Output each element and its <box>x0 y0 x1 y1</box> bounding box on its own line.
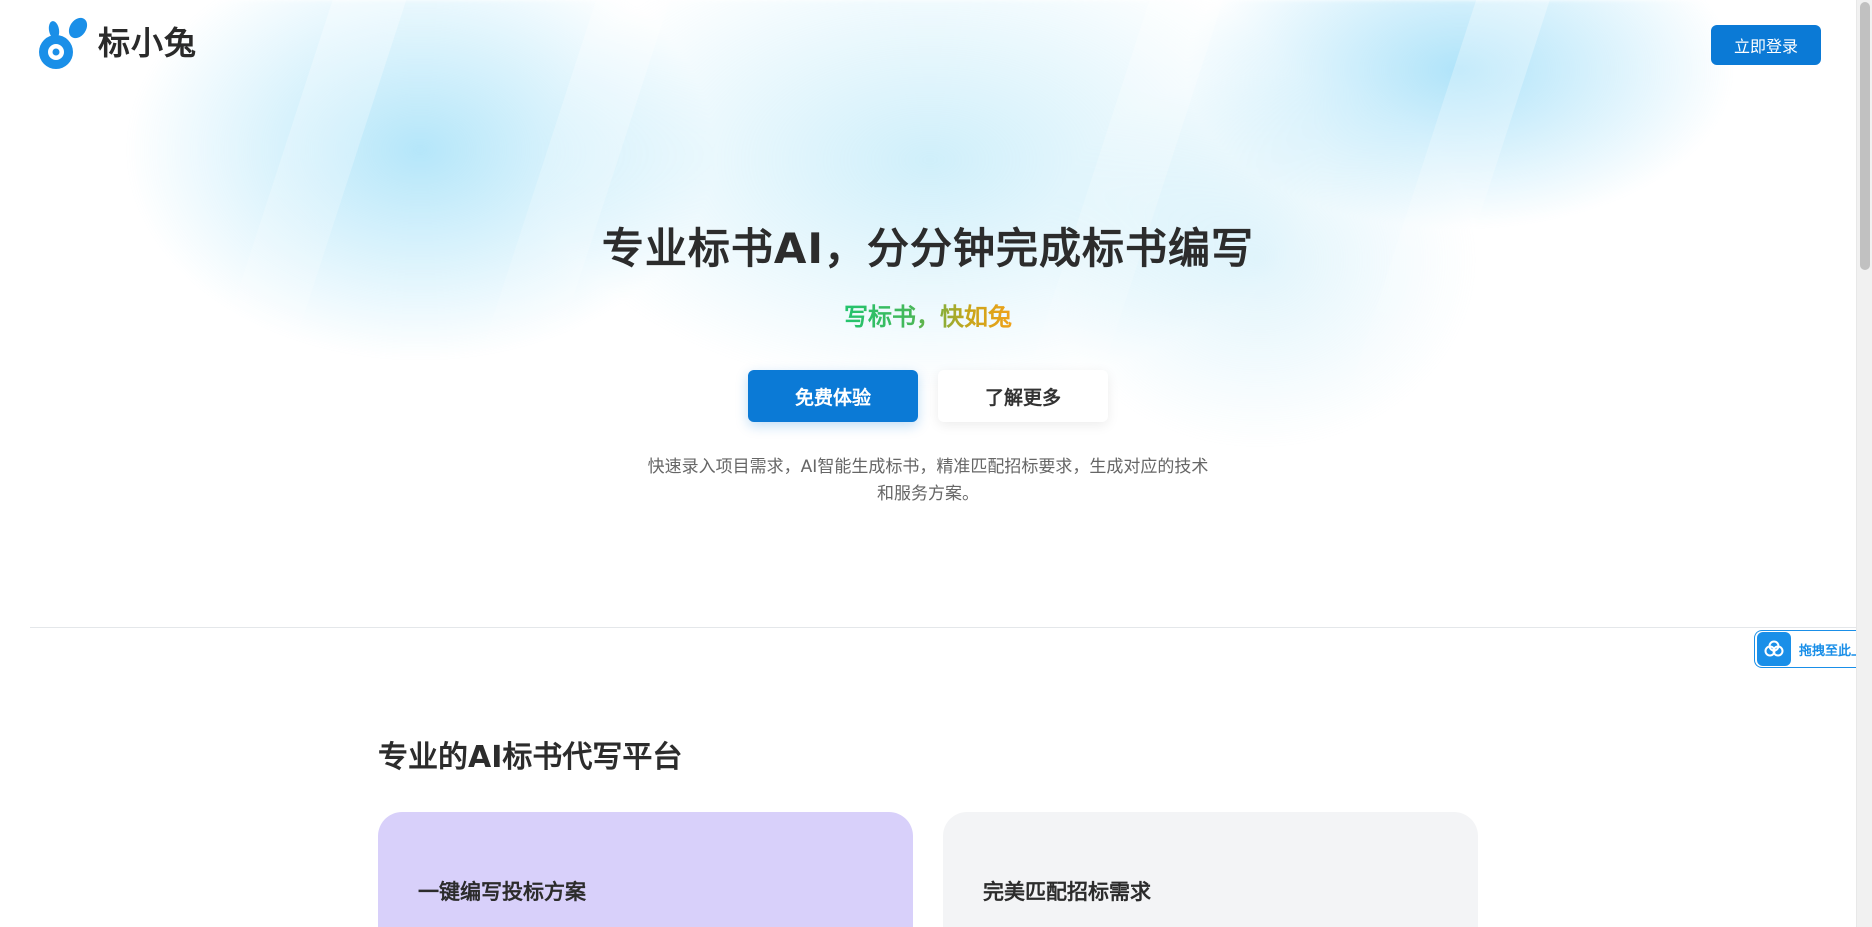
scrollbar-thumb[interactable] <box>1860 2 1870 270</box>
feature-card-title: 一键编写投标方案 <box>418 880 586 904</box>
logo-text: 标小兔 <box>98 24 198 62</box>
rabbit-logo-icon <box>39 17 88 69</box>
hero-background-streak <box>159 0 411 557</box>
hero-slogan: 写标书，快如兔 <box>0 297 1856 332</box>
page-scrollbar[interactable] <box>1856 0 1872 927</box>
section-divider <box>30 627 1856 628</box>
login-button[interactable]: 立即登录 <box>1711 25 1821 65</box>
hero-description: 快速录入项目需求，AI智能生成标书，精准匹配招标要求，生成对应的技术和服务方案。 <box>647 457 1209 504</box>
drag-upload-widget[interactable]: 拖拽至此上传 <box>1754 630 1872 668</box>
section-title: 专业的AI标书代写平台 <box>378 740 683 775</box>
hero-actions: 免费体验 了解更多 <box>0 370 1856 422</box>
site-logo[interactable]: 标小兔 <box>32 16 197 70</box>
cloud-upload-icon <box>1757 632 1791 666</box>
hero-title: 专业标书AI，分分钟完成标书编写 <box>601 224 1255 273</box>
free-trial-button[interactable]: 免费体验 <box>748 370 918 422</box>
feature-card-match-requirements[interactable]: 完美匹配招标需求 <box>943 812 1478 927</box>
learn-more-button[interactable]: 了解更多 <box>938 370 1108 422</box>
landing-page: 标小兔 立即登录 专业标书AI，分分钟完成标书编写 写标书，快如兔 免费体验 了… <box>0 0 1872 927</box>
feature-card-title: 完美匹配招标需求 <box>983 880 1151 904</box>
feature-card-one-click-proposal[interactable]: 一键编写投标方案 <box>378 812 913 927</box>
hero-slogan-text: 写标书，快如兔 <box>844 303 1012 331</box>
